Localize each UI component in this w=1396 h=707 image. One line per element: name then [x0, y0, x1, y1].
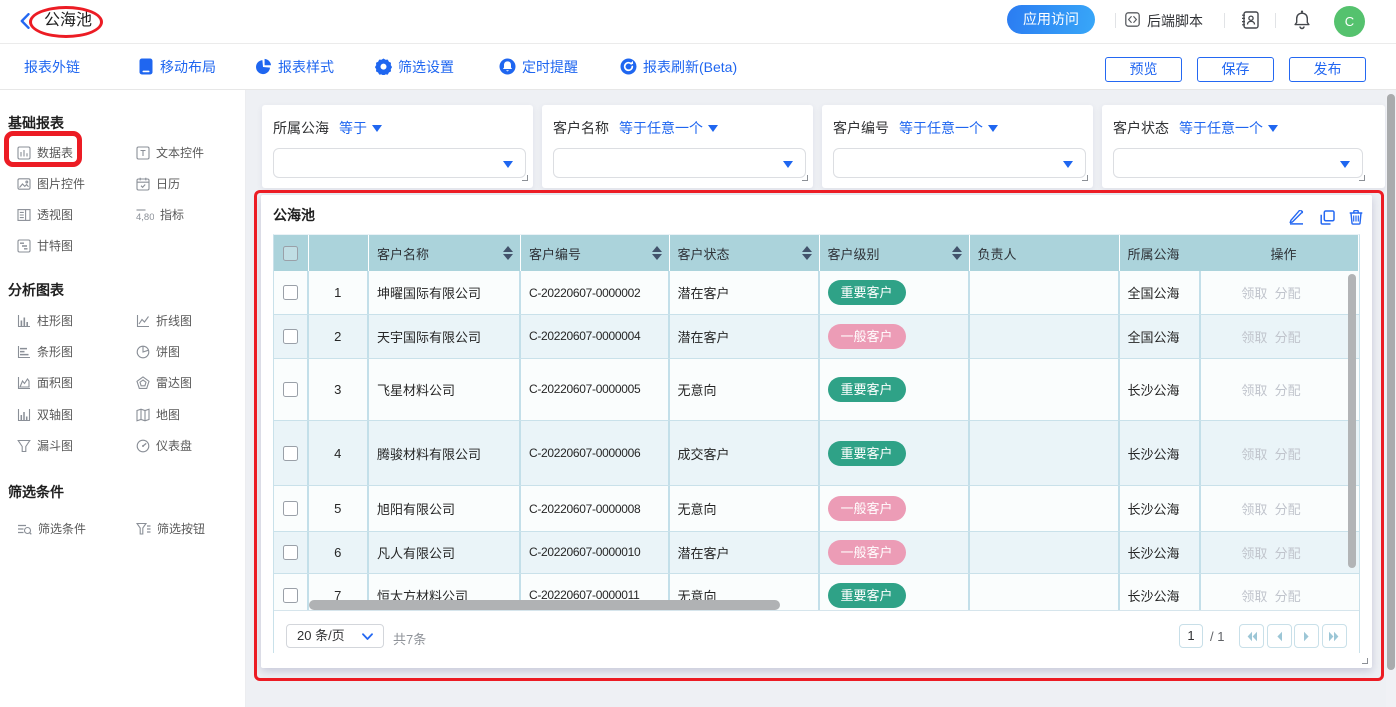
- svg-text:4,80: 4,80: [136, 212, 154, 222]
